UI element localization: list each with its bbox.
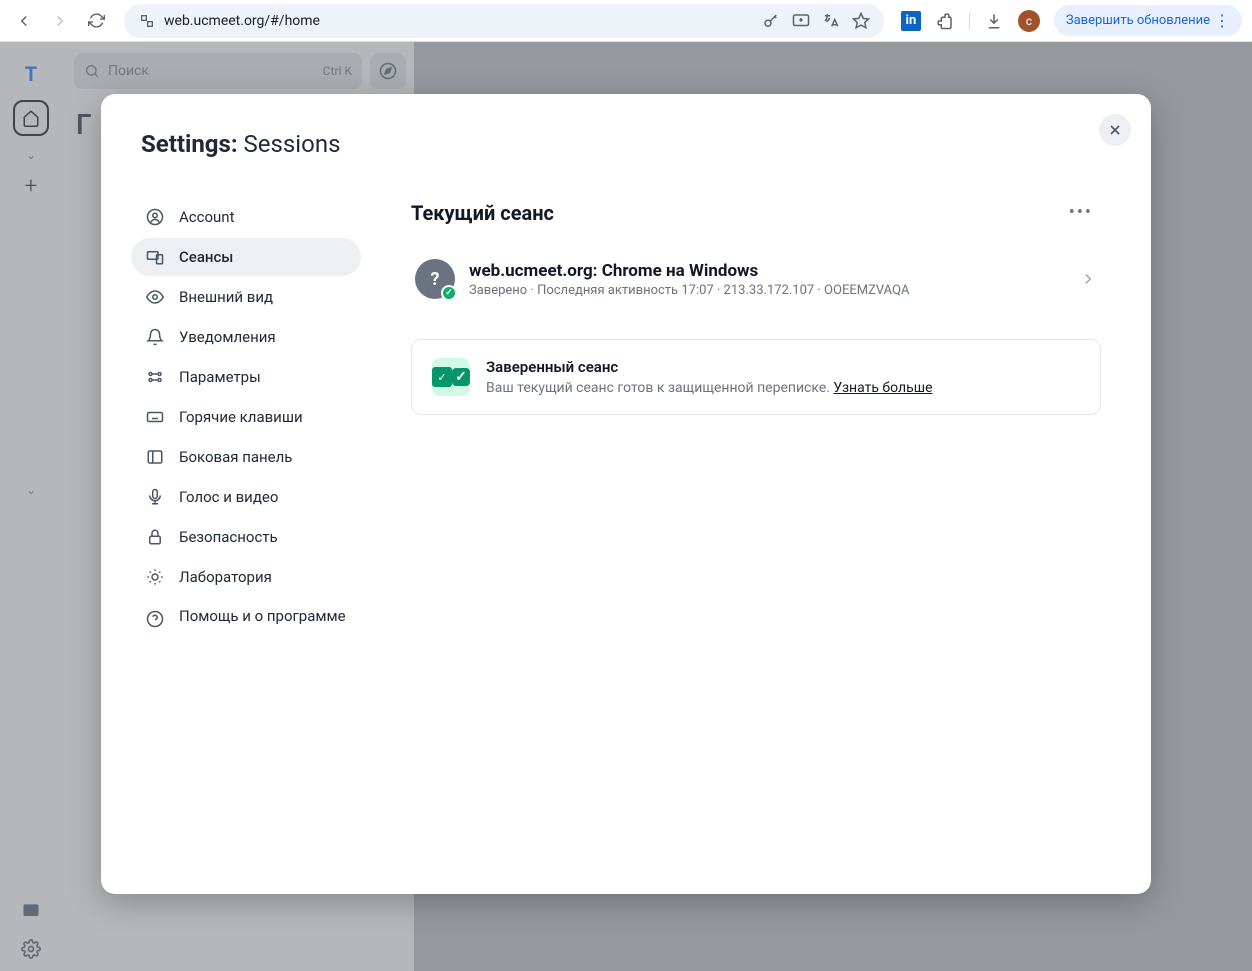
settings-content: Текущий сеанс ••• ? web.ucmeet.org: Chro… (381, 178, 1131, 874)
mic-icon (145, 487, 165, 507)
nav-sidebar[interactable]: Боковая панель (131, 438, 361, 476)
nav-appearance[interactable]: Внешний вид (131, 278, 361, 316)
session-name: web.ucmeet.org: Chrome на Windows (469, 261, 1065, 281)
downloads-icon[interactable] (984, 11, 1004, 31)
nav-voice-video[interactable]: Голос и видео (131, 478, 361, 516)
nav-notifications[interactable]: Уведомления (131, 318, 361, 356)
info-desc: Ваш текущий сеанс готов к защищенной пер… (486, 380, 1080, 396)
flask-icon (145, 567, 165, 587)
nav-account[interactable]: Account (131, 198, 361, 236)
session-meta: Заверено · Последняя активность 17:07 · … (469, 283, 1065, 298)
info-title: Заверенный сеанс (486, 358, 1080, 376)
extensions-icon[interactable] (935, 11, 955, 31)
section-title: Текущий сеанс (411, 201, 554, 225)
back-button[interactable] (10, 7, 38, 35)
sidebar-icon (145, 447, 165, 467)
site-info-icon[interactable] (138, 12, 156, 30)
learn-more-link[interactable]: Узнать больше (833, 380, 932, 396)
modal-overlay[interactable]: Settings: Sessions Account Сеансы Внешни… (0, 42, 1252, 971)
keyboard-icon (145, 407, 165, 427)
url-text: web.ucmeet.org/#/home (164, 13, 754, 29)
session-device-icon: ? (415, 259, 455, 299)
browser-toolbar: web.ucmeet.org/#/home in с Завершить обн… (0, 0, 1252, 42)
account-icon (145, 207, 165, 227)
more-options-button[interactable]: ••• (1061, 198, 1101, 227)
bell-icon (145, 327, 165, 347)
nav-security[interactable]: Безопасность (131, 518, 361, 556)
finish-update-button[interactable]: Завершить обновление ⋮ (1054, 5, 1242, 36)
key-icon[interactable] (762, 12, 780, 30)
eye-icon (145, 287, 165, 307)
sliders-icon (145, 367, 165, 387)
install-icon[interactable] (792, 12, 810, 30)
lock-icon (145, 527, 165, 547)
current-session-row[interactable]: ? web.ucmeet.org: Chrome на Windows Заве… (411, 249, 1101, 309)
verified-session-info: ✓ Заверенный сеанс Ваш текущий сеанс гот… (411, 339, 1101, 415)
forward-button[interactable] (46, 7, 74, 35)
address-bar[interactable]: web.ucmeet.org/#/home (124, 4, 884, 38)
nav-help[interactable]: Помощь и о программе (131, 598, 361, 638)
devices-icon (145, 247, 165, 267)
linkedin-extension-icon[interactable]: in (901, 11, 921, 31)
chevron-right-icon (1079, 270, 1097, 288)
nav-preferences[interactable]: Параметры (131, 358, 361, 396)
modal-title: Settings: Sessions (101, 94, 1151, 168)
divider (969, 12, 970, 30)
translate-icon[interactable] (822, 12, 840, 30)
menu-dots-icon: ⋮ (1214, 11, 1230, 30)
help-icon (145, 609, 165, 629)
nav-labs[interactable]: Лаборатория (131, 558, 361, 596)
close-button[interactable] (1099, 114, 1131, 146)
nav-sessions[interactable]: Сеансы (131, 238, 361, 276)
settings-nav: Account Сеансы Внешний вид Уведомления П… (121, 178, 371, 874)
settings-modal: Settings: Sessions Account Сеансы Внешни… (101, 94, 1151, 894)
close-icon (1107, 122, 1123, 138)
nav-keyboard[interactable]: Горячие клавиши (131, 398, 361, 436)
verified-badge-icon (441, 285, 457, 301)
bookmark-star-icon[interactable] (852, 12, 870, 30)
profile-avatar[interactable]: с (1018, 10, 1040, 32)
reload-button[interactable] (82, 7, 110, 35)
shield-check-icon: ✓ (432, 358, 470, 396)
